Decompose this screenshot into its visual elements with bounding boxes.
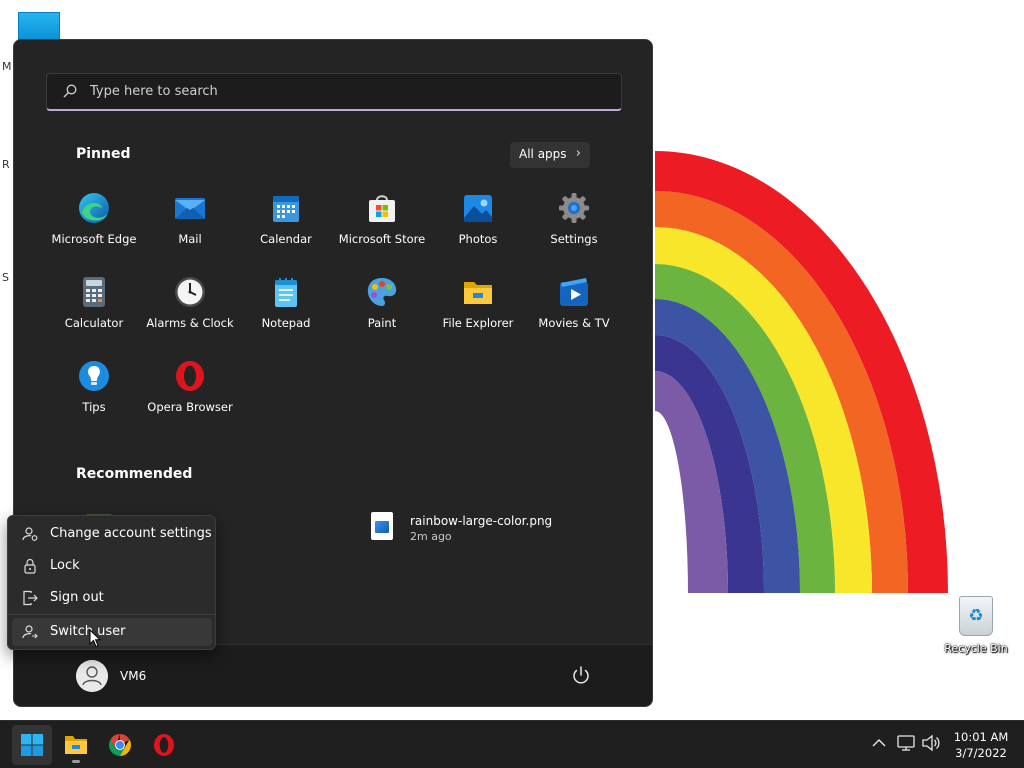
edge-icon [79, 193, 109, 223]
pinned-app-settings[interactable]: Settings [526, 187, 622, 267]
lock-item[interactable]: Lock [12, 552, 212, 580]
pinned-app-opera-browser[interactable]: Opera Browser [142, 355, 238, 435]
lightbulb-icon [79, 361, 109, 391]
search-icon [63, 84, 77, 98]
pinned-heading: Pinned [76, 146, 131, 162]
chevron-up-icon[interactable] [869, 733, 889, 753]
sign-out-item[interactable]: Sign out [12, 584, 212, 612]
change-account-settings-item[interactable]: Change account settings [12, 520, 212, 548]
photos-icon [464, 195, 492, 222]
sign-out-icon [23, 590, 38, 606]
pinned-app-alarms-clock[interactable]: Alarms & Clock [142, 271, 238, 351]
search-input[interactable]: Type here to search [46, 73, 622, 111]
mouse-pointer-icon [89, 629, 101, 648]
mail-icon [175, 198, 205, 219]
taskbar-opera[interactable] [144, 725, 184, 765]
pinned-app-calendar[interactable]: Calendar [238, 187, 334, 267]
recommended-timestamp: 2m ago [410, 530, 452, 543]
app-label: Paint [367, 316, 397, 330]
pinned-app-photos[interactable]: Photos [430, 187, 526, 267]
gear-icon [559, 193, 589, 223]
app-label: Microsoft Edge [51, 232, 137, 246]
image-file-icon [371, 512, 393, 540]
recycle-bin-shortcut[interactable]: ♻ Recycle Bin [944, 596, 1008, 655]
menu-item-label: Sign out [50, 590, 104, 605]
lock-icon [24, 558, 36, 574]
switch-user-item[interactable]: Switch user [12, 618, 212, 646]
clock-date: 3/7/2022 [955, 746, 1007, 760]
avatar [76, 660, 108, 692]
app-label: Movies & TV [538, 316, 610, 330]
search-placeholder: Type here to search [90, 84, 218, 99]
opera-icon [154, 734, 174, 756]
pinned-app-mail[interactable]: Mail [142, 187, 238, 267]
folder-icon [464, 282, 492, 304]
pinned-app-calculator[interactable]: Calculator [46, 271, 142, 351]
clock[interactable]: 10:01 AM 3/7/2022 [948, 729, 1014, 761]
app-label: Calculator [64, 316, 124, 330]
app-label: Notepad [261, 316, 311, 330]
desktop-shortcut-icon[interactable] [18, 12, 60, 42]
username: VM6 [120, 669, 147, 683]
folder-icon [65, 736, 87, 754]
menu-item-label: Switch user [50, 624, 126, 639]
menu-divider [8, 614, 215, 615]
account-menu: Change account settings Lock Sign out Sw… [7, 515, 216, 650]
app-label: Tips [82, 400, 106, 414]
volume-icon[interactable] [921, 733, 941, 753]
recycle-bin-label: Recycle Bin [944, 642, 1008, 655]
pinned-app-microsoft-store[interactable]: Microsoft Store [334, 187, 430, 267]
menu-item-label: Change account settings [50, 526, 212, 541]
recycle-bin-icon: ♻ [959, 596, 993, 636]
running-indicator [72, 760, 80, 763]
user-account-button[interactable]: VM6 [76, 660, 196, 694]
pinned-app-microsoft-edge[interactable]: Microsoft Edge [46, 187, 142, 267]
account-settings-icon [22, 527, 38, 541]
pinned-app-file-explorer[interactable]: File Explorer [430, 271, 526, 351]
chevron-right-icon: › [575, 146, 581, 161]
recommended-item[interactable]: rainbow-large-color.png 2m ago [366, 508, 626, 548]
all-apps-button[interactable]: All apps › [510, 142, 590, 168]
paint-palette-icon [367, 278, 397, 306]
app-label: Calendar [260, 232, 312, 246]
calendar-icon [273, 196, 299, 222]
start-button[interactable] [12, 725, 52, 765]
app-label: Opera Browser [147, 400, 233, 414]
desktop-label-fragment: R [2, 158, 10, 171]
app-label: Photos [458, 232, 498, 246]
pinned-app-tips[interactable]: Tips [46, 355, 142, 435]
switch-user-icon [22, 625, 38, 639]
menu-item-label: Lock [50, 558, 80, 573]
app-label: Alarms & Clock [146, 316, 234, 330]
pinned-app-movies-tv[interactable]: Movies & TV [526, 271, 622, 351]
clock-icon [175, 277, 205, 307]
network-icon[interactable] [897, 733, 917, 753]
recommended-heading: Recommended [76, 466, 193, 482]
app-label: Mail [178, 232, 202, 246]
taskbar: 10:01 AM 3/7/2022 [0, 720, 1024, 768]
desktop-label-fragment: M [2, 60, 12, 73]
app-label: File Explorer [442, 316, 514, 330]
recommended-filename: rainbow-large-color.png [410, 514, 553, 528]
calculator-icon [83, 277, 105, 307]
taskbar-chrome[interactable] [100, 725, 140, 765]
app-label: Microsoft Store [338, 232, 426, 246]
pinned-app-paint[interactable]: Paint [334, 271, 430, 351]
all-apps-label: All apps [519, 147, 567, 161]
clock-time: 10:01 AM [953, 730, 1009, 744]
start-menu-footer: VM6 [14, 644, 652, 706]
windows-logo-icon [21, 734, 43, 756]
play-video-icon [560, 278, 588, 306]
chrome-icon [109, 734, 131, 756]
desktop-label-fragment: S [2, 271, 9, 284]
taskbar-file-explorer[interactable] [56, 725, 96, 765]
power-icon[interactable] [570, 665, 592, 687]
notepad-icon [275, 278, 297, 307]
pinned-app-notepad[interactable]: Notepad [238, 271, 334, 351]
store-icon [369, 195, 395, 222]
opera-icon [176, 361, 204, 391]
app-label: Settings [550, 232, 598, 246]
